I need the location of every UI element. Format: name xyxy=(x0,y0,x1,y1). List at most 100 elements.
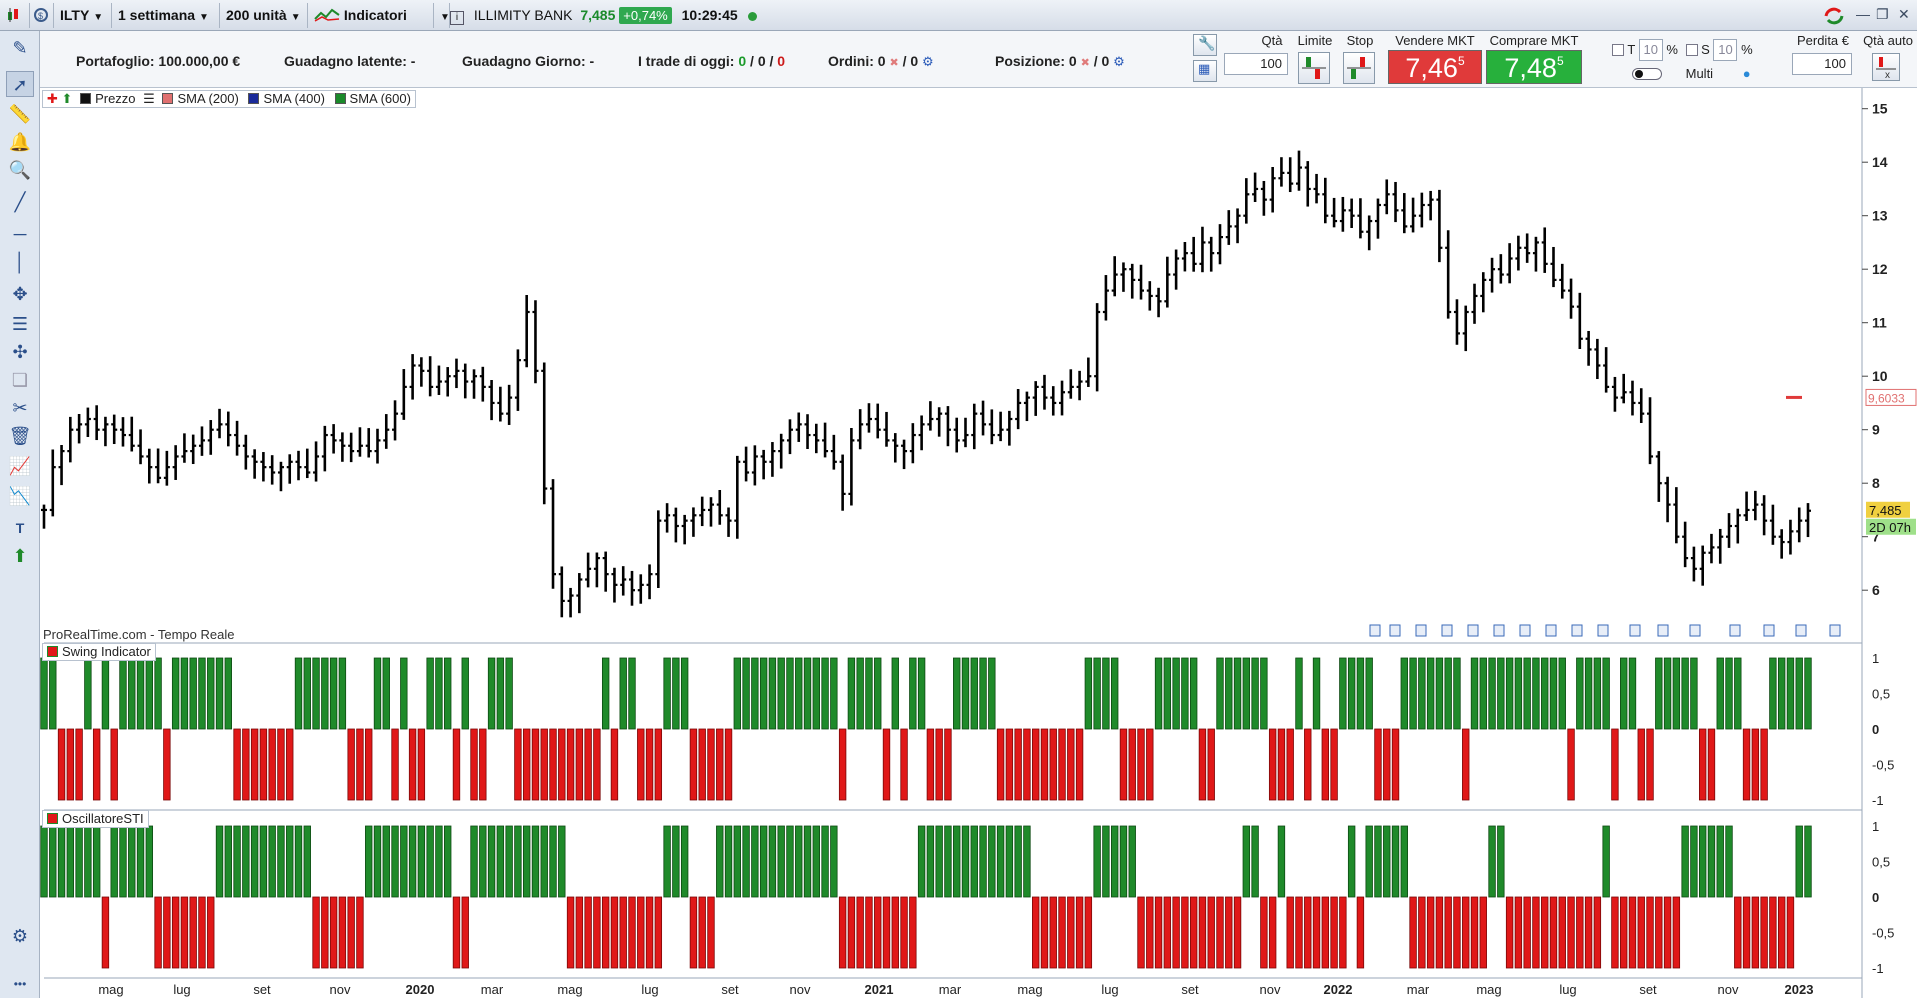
limit-order-button[interactable] xyxy=(1298,52,1330,84)
indicator-bar-up xyxy=(136,825,145,898)
price-bar xyxy=(506,384,513,425)
qty-input[interactable]: 100 xyxy=(1224,53,1288,75)
price-bar xyxy=(93,405,100,441)
indicator-bar-up xyxy=(786,825,794,898)
restore-icon[interactable]: ❐ xyxy=(1876,6,1889,23)
cursor-icon[interactable]: ➚ xyxy=(6,71,34,97)
stop-input[interactable]: 10 xyxy=(1713,39,1738,61)
indicator-bar-down xyxy=(1154,896,1163,969)
horizontal-line-icon[interactable]: ─ xyxy=(6,221,34,247)
trendline-icon[interactable]: ╱ xyxy=(6,189,34,215)
x-tick-label: mag xyxy=(1017,982,1042,997)
target-input[interactable]: 10 xyxy=(1638,39,1663,61)
price-bar xyxy=(1506,243,1513,284)
orders-gear-icon[interactable]: ⚙ xyxy=(922,54,934,69)
x-tick-label: set xyxy=(253,982,271,997)
info-icon[interactable]: i xyxy=(450,11,464,25)
stop-checkbox[interactable] xyxy=(1685,44,1698,56)
event-note-icon xyxy=(1519,624,1531,637)
indicator-bar-up xyxy=(1505,657,1514,730)
loss-input[interactable]: 100 xyxy=(1792,53,1852,75)
indicator-bar-down xyxy=(356,728,364,801)
list-icon[interactable]: ☰ xyxy=(143,91,155,106)
indicator-bar-up xyxy=(391,825,399,898)
cancel-position-icon[interactable]: ✖ xyxy=(1081,57,1090,69)
ruler-icon[interactable]: 📏 xyxy=(6,101,34,127)
keypad-icon[interactable]: ▦ xyxy=(1193,60,1217,82)
alert-bell-icon[interactable]: 🔔 xyxy=(6,129,34,155)
swing-legend[interactable]: Swing Indicator xyxy=(42,643,156,661)
zoom-icon[interactable]: 🔍 xyxy=(6,157,34,183)
chart-type-icon[interactable] xyxy=(0,3,30,28)
indicator-bar-down xyxy=(1742,728,1751,801)
refresh-icon[interactable] xyxy=(1822,6,1846,29)
svg-text:x: x xyxy=(1885,70,1890,80)
magic-icon[interactable]: ✂ xyxy=(6,395,34,421)
indicator-bar-down xyxy=(1374,728,1382,801)
indicator-bar-up xyxy=(961,825,970,898)
indicator-bar-down xyxy=(996,728,1005,801)
move-icon[interactable]: ✣ xyxy=(6,339,34,365)
indicator-bar-down xyxy=(1146,728,1154,801)
link-icon[interactable]: $ xyxy=(30,3,54,28)
sell-market-button[interactable]: 7,465 xyxy=(1388,50,1482,84)
price-bar xyxy=(1726,513,1733,548)
copy-icon[interactable]: ❏ xyxy=(6,367,34,393)
indicator-bar-down xyxy=(1260,896,1268,969)
indicator-bar-down xyxy=(1075,728,1084,801)
price-bar xyxy=(839,454,846,511)
indicator-bar-down xyxy=(838,896,847,969)
more-icon[interactable]: ••• xyxy=(6,971,34,997)
units-selector[interactable]: 200 unità ▼ xyxy=(220,3,308,28)
x-tick-label: nov xyxy=(1718,982,1739,997)
sti-legend[interactable]: OscillatoreSTI xyxy=(42,810,149,828)
indicator-bar-up xyxy=(1102,657,1110,730)
target-checkbox[interactable] xyxy=(1612,44,1624,56)
x-tick-label: nov xyxy=(1260,982,1281,997)
multi-toggle[interactable] xyxy=(1632,68,1662,80)
indicator-bar-down xyxy=(1330,728,1338,801)
price-bar xyxy=(1436,189,1443,263)
period-selector[interactable]: 1 settimana ▼ xyxy=(112,3,220,28)
trash-icon[interactable]: 🗑 xyxy=(6,423,34,449)
text-tool-icon[interactable]: T xyxy=(6,515,34,541)
fan-icon[interactable]: ✥ xyxy=(6,281,34,307)
fibonacci-icon[interactable]: ☰ xyxy=(6,311,34,337)
indicator-bar-down xyxy=(391,728,399,801)
indicator-bar-up xyxy=(128,657,136,730)
price-bar xyxy=(707,497,714,527)
cancel-orders-icon[interactable]: ✖ xyxy=(889,57,898,69)
minimize-icon[interactable]: — xyxy=(1856,6,1870,22)
indicator-settings-icon[interactable]: ⚙ xyxy=(6,923,34,949)
close-icon[interactable]: ✕ xyxy=(1898,6,1910,23)
indicator-bar-down xyxy=(1637,896,1645,969)
indicator-bar-down xyxy=(92,728,101,801)
qty-auto-button[interactable]: x xyxy=(1872,53,1900,81)
down-pattern-icon[interactable]: 📉 xyxy=(6,483,34,509)
symbol-selector[interactable]: ILTY ▼ xyxy=(54,3,112,28)
price-bar xyxy=(1164,256,1171,308)
indicator-bar-up xyxy=(795,825,803,898)
move-up-icon[interactable]: ⬆ xyxy=(62,91,73,106)
add-indicator-icon[interactable]: ✚ xyxy=(47,91,58,106)
chat-icon[interactable]: ● xyxy=(1743,66,1751,81)
indicator-bar-down xyxy=(1426,896,1435,969)
arrow-up-icon[interactable]: ⬆ xyxy=(6,543,34,569)
event-note-icon xyxy=(1493,624,1505,637)
indicator-bar-down xyxy=(1040,896,1049,969)
position-gear-icon[interactable]: ⚙ xyxy=(1113,54,1125,69)
indicator-bar-down xyxy=(1470,896,1479,969)
chart-area[interactable]: 15141312111098769,60337,4852D 07h 10,50-… xyxy=(40,88,1917,998)
price-legend[interactable]: ✚ ⬆ Prezzo ☰ SMA (200) SMA (400) SMA (60… xyxy=(42,90,416,108)
indicator-bar-down xyxy=(900,728,908,801)
wrench-icon[interactable]: 🔧 xyxy=(1193,34,1217,56)
up-pattern-icon[interactable]: 📈 xyxy=(6,453,34,479)
buy-market-button[interactable]: 7,485 xyxy=(1486,50,1582,84)
indicator-bar-down xyxy=(1444,896,1452,969)
indicator-bar-down xyxy=(1189,896,1198,969)
indicator-bar-up xyxy=(847,657,856,730)
pencil-icon[interactable]: ✎ xyxy=(6,35,34,61)
vertical-line-icon[interactable]: │ xyxy=(6,249,34,275)
indicators-button[interactable]: Indicatori xyxy=(308,3,434,28)
stop-order-button[interactable] xyxy=(1343,52,1375,84)
